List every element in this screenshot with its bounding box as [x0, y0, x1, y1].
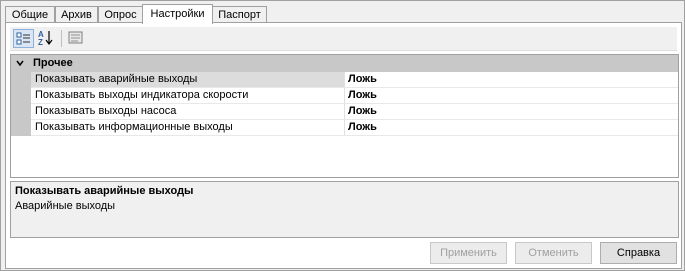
- property-value[interactable]: Ложь: [345, 88, 678, 103]
- property-row[interactable]: Показывать аварийные выходы Ложь: [11, 72, 678, 88]
- property-name: Показывать выходы насоса: [31, 104, 345, 119]
- tab-archive[interactable]: Архив: [55, 6, 98, 23]
- sort-az-icon: A Z: [38, 30, 53, 47]
- property-name: Показывать аварийные выходы: [31, 72, 345, 87]
- property-grid: Прочее Показывать аварийные выходы Ложь …: [10, 54, 679, 178]
- property-row[interactable]: Показывать выходы насоса Ложь: [11, 104, 678, 120]
- property-row[interactable]: Показывать выходы индикатора скорости Ло…: [11, 88, 678, 104]
- category-label: Прочее: [33, 57, 73, 69]
- property-name: Показывать выходы индикатора скорости: [31, 88, 345, 103]
- category-row[interactable]: Прочее: [11, 55, 678, 72]
- cancel-button[interactable]: Отменить: [515, 242, 592, 264]
- categorized-button[interactable]: [13, 29, 34, 48]
- property-value[interactable]: Ложь: [345, 120, 678, 135]
- property-value[interactable]: Ложь: [345, 104, 678, 119]
- tab-passport[interactable]: Паспорт: [212, 6, 267, 23]
- row-gutter: [11, 72, 31, 88]
- toolbar-separator: [61, 30, 62, 47]
- property-name: Показывать информационные выходы: [31, 120, 345, 135]
- tab-general[interactable]: Общие: [5, 6, 55, 23]
- property-value[interactable]: Ложь: [345, 72, 678, 87]
- row-gutter: [11, 104, 31, 120]
- tab-polling[interactable]: Опрос: [98, 6, 143, 23]
- categorized-icon: [16, 32, 30, 45]
- settings-window: Общие Архив Опрос Настройки Паспорт A Z: [0, 0, 685, 271]
- tab-settings[interactable]: Настройки: [142, 4, 213, 24]
- row-gutter: [11, 88, 31, 104]
- property-row[interactable]: Показывать информационные выходы Ложь: [11, 120, 678, 136]
- svg-text:Z: Z: [38, 38, 43, 46]
- settings-panel: A Z Прочее Показывать аварийные выходы Л…: [5, 22, 682, 269]
- property-pages-icon: [68, 31, 83, 44]
- description-text: Аварийные выходы: [15, 200, 116, 212]
- row-gutter: [11, 120, 31, 136]
- description-title: Показывать аварийные выходы: [15, 185, 194, 197]
- description-pane: Показывать аварийные выходы Аварийные вы…: [10, 181, 679, 238]
- help-button[interactable]: Справка: [600, 242, 677, 264]
- alphabetical-button[interactable]: A Z: [36, 29, 57, 48]
- property-grid-toolbar: A Z: [10, 27, 677, 51]
- property-pages-button[interactable]: [66, 29, 87, 48]
- apply-button[interactable]: Применить: [430, 242, 507, 264]
